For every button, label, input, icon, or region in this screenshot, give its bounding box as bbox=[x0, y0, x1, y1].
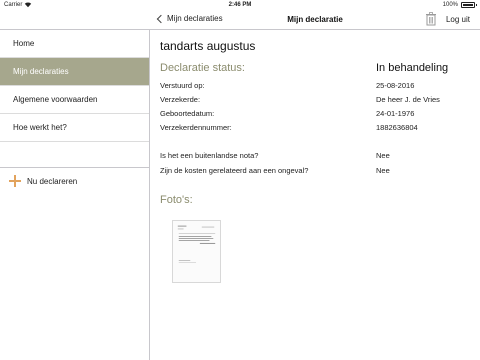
battery-icon bbox=[461, 2, 477, 8]
battery-percent: 100% bbox=[442, 2, 458, 8]
field-row: Verstuurd op: 25-08-2016 bbox=[160, 81, 470, 93]
field-value: De heer J. de Vries bbox=[376, 95, 440, 104]
status-value: In behandeling bbox=[376, 62, 449, 74]
receipt-photo-thumbnail[interactable] bbox=[172, 220, 221, 283]
field-label: Verstuurd op: bbox=[160, 81, 205, 90]
sidebar-item-home[interactable]: Home bbox=[0, 30, 149, 58]
sidebar-item-hoe-werkt-het[interactable]: Hoe werkt het? bbox=[0, 114, 149, 142]
field-value: 25-08-2016 bbox=[376, 81, 415, 90]
logout-button[interactable]: Log uit bbox=[446, 15, 470, 24]
field-value: 24-01-1976 bbox=[376, 109, 415, 118]
photos-heading: Foto's: bbox=[160, 194, 193, 206]
new-declaration-label: Nu declareren bbox=[27, 176, 78, 186]
field-row: Verzekerdennummer: 1882636804 bbox=[160, 123, 470, 135]
trash-icon[interactable] bbox=[425, 12, 437, 26]
field-row: Verzekerde: De heer J. de Vries bbox=[160, 95, 470, 107]
field-label: Verzekerdennummer: bbox=[160, 123, 232, 132]
sidebar-item-mijn-declaraties[interactable]: Mijn declaraties bbox=[0, 58, 149, 86]
sidebar: Home Mijn declaraties Algemene voorwaard… bbox=[0, 30, 150, 360]
declaration-title: tandarts augustus bbox=[160, 39, 256, 53]
question-row: Is het een buitenlandse nota? Nee bbox=[160, 151, 470, 163]
question-answer: Nee bbox=[376, 166, 390, 175]
question-label: Zijn de kosten gerelateerd aan een ongev… bbox=[160, 166, 309, 175]
plus-icon bbox=[9, 175, 21, 187]
question-answer: Nee bbox=[376, 151, 390, 160]
field-row: Geboortedatum: 24-01-1976 bbox=[160, 109, 470, 121]
field-value: 1882636804 bbox=[376, 123, 418, 132]
field-label: Geboortedatum: bbox=[160, 109, 215, 118]
navigation-bar: Mijn declaraties Mijn declaratie Log uit bbox=[150, 10, 480, 30]
sidebar-item-algemene-voorwaarden[interactable]: Algemene voorwaarden bbox=[0, 86, 149, 114]
question-label: Is het een buitenlandse nota? bbox=[160, 151, 259, 160]
declaration-detail: tandarts augustus Declaratie status: In … bbox=[150, 30, 480, 360]
new-declaration-button[interactable]: Nu declareren bbox=[9, 173, 77, 189]
status-bar: Carrier 2:46 PM 100% bbox=[0, 0, 480, 10]
field-label: Verzekerde: bbox=[160, 95, 201, 104]
sidebar-divider bbox=[0, 167, 150, 168]
status-time: 2:46 PM bbox=[228, 2, 252, 8]
question-row: Zijn de kosten gerelateerd aan een ongev… bbox=[160, 166, 470, 178]
status-label: Declaratie status: bbox=[160, 62, 245, 74]
